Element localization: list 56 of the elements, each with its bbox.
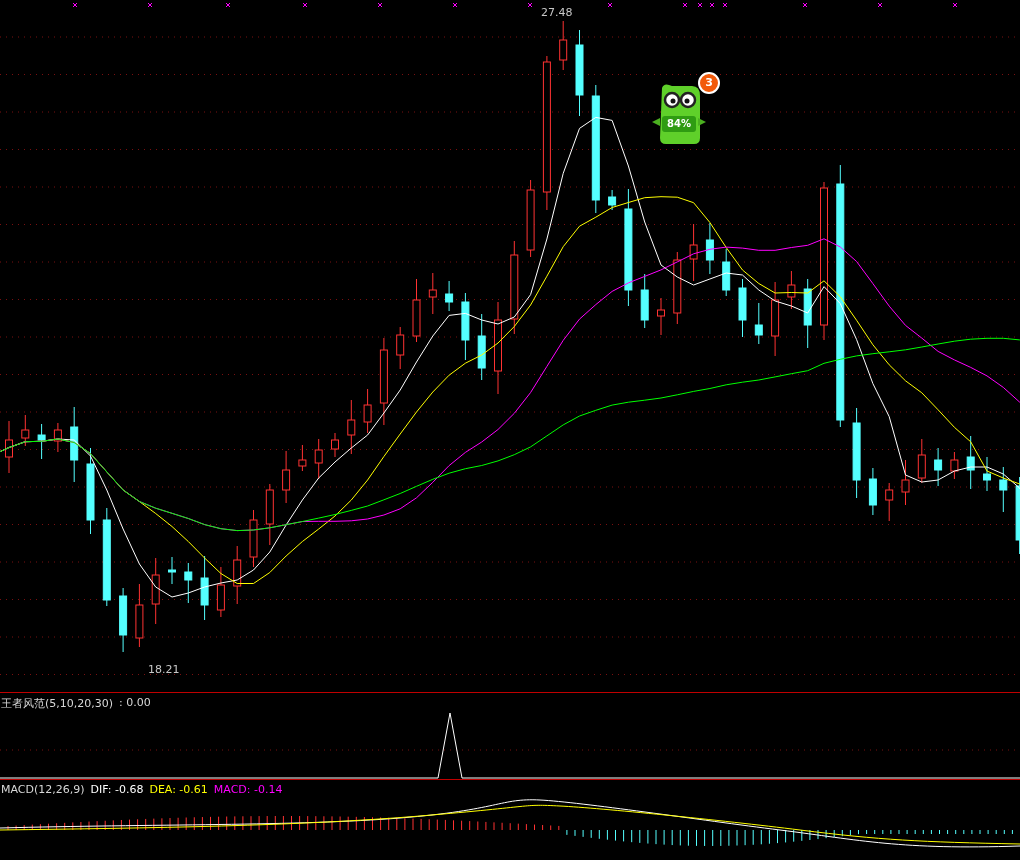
candlestick: [298, 444, 307, 472]
indicator-value: : 0.00: [119, 696, 151, 711]
macd-value: DEA: -0.61: [149, 783, 208, 796]
candlestick: [119, 587, 128, 653]
candlestick: [787, 270, 796, 310]
candlestick: [37, 423, 46, 460]
candlestick: [885, 482, 894, 522]
price-label: 18.21: [148, 663, 180, 676]
candlestick: [999, 466, 1008, 513]
candlestick: [705, 222, 714, 275]
candlestick: [21, 414, 30, 447]
candlestick: [200, 555, 209, 621]
candlestick: [803, 278, 812, 349]
macd-value: DIF: -0.68: [90, 783, 144, 796]
candlestick: [184, 562, 193, 604]
candlestick: [983, 456, 991, 492]
candlestick: [640, 273, 649, 329]
candlestick: [135, 583, 144, 648]
macd-title: MACD(12,26,9): [1, 783, 85, 796]
candlestick: [689, 223, 698, 282]
candlestick: [754, 302, 763, 345]
candlestick: [477, 313, 486, 381]
candlestick: [722, 248, 731, 297]
candlestick: [249, 509, 258, 568]
candlestick: [331, 432, 339, 458]
candlestick: [738, 278, 747, 338]
candlestick: [608, 189, 617, 211]
candlestick: [461, 292, 470, 361]
candlestick: [282, 450, 291, 504]
notification-badge: 3: [698, 72, 720, 94]
candlestick: [396, 326, 405, 370]
candlestick: [5, 420, 13, 474]
indicator-title: 王者风范(5,10,20,30): [1, 696, 114, 711]
macd-value: MACD: -0.14: [213, 783, 283, 796]
price-label: 27.48: [541, 6, 573, 19]
candlestick: [233, 545, 242, 605]
candlestick: [657, 297, 665, 336]
candlestick: [428, 272, 437, 315]
candlestick: [363, 388, 372, 434]
candlestick: [445, 280, 454, 312]
candlestick: [151, 557, 160, 625]
candlestick: [917, 438, 926, 484]
candlestick: [934, 447, 943, 487]
candlestick: [168, 556, 176, 585]
candlestick: [868, 467, 877, 516]
candlestick: [265, 483, 274, 546]
battery-reading: 84%: [667, 118, 691, 129]
candlestick: [53, 422, 62, 453]
candlestick: [347, 399, 356, 455]
candlestick: [559, 20, 568, 71]
candlestick: [901, 459, 910, 506]
candlestick: [950, 451, 959, 480]
candlestick: [966, 435, 975, 490]
candlestick: [216, 566, 225, 618]
candlestick: [314, 438, 323, 480]
candlestick: [412, 278, 421, 343]
